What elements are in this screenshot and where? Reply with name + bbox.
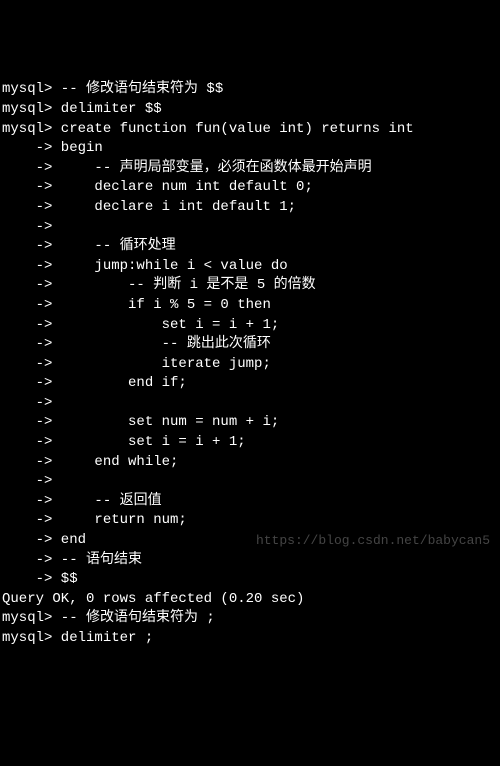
terminal-line-0: mysql> -- 修改语句结束符为 $$	[2, 80, 498, 100]
terminal-line-12: -> set i = i + 1;	[2, 316, 498, 336]
terminal-line-24: -> -- 语句结束	[2, 551, 498, 571]
terminal-line-26: Query OK, 0 rows affected (0.20 sec)	[2, 590, 498, 610]
terminal-line-5: -> declare num int default 0;	[2, 178, 498, 198]
terminal-line-14: -> iterate jump;	[2, 355, 498, 375]
terminal-line-7: ->	[2, 218, 498, 238]
terminal-line-25: -> $$	[2, 570, 498, 590]
terminal-line-9: -> jump:while i < value do	[2, 257, 498, 277]
terminal-line-10: -> -- 判断 i 是不是 5 的倍数	[2, 276, 498, 296]
terminal-line-15: -> end if;	[2, 374, 498, 394]
terminal-line-20: ->	[2, 472, 498, 492]
terminal-line-13: -> -- 跳出此次循环	[2, 335, 498, 355]
terminal-line-19: -> end while;	[2, 453, 498, 473]
terminal-line-1: mysql> delimiter $$	[2, 100, 498, 120]
terminal-line-21: -> -- 返回值	[2, 492, 498, 512]
terminal-line-17: -> set num = num + i;	[2, 413, 498, 433]
terminal-line-4: -> -- 声明局部变量，必须在函数体最开始声明	[2, 159, 498, 179]
watermark-text: https://blog.csdn.net/babycan5	[256, 532, 490, 550]
terminal-line-2: mysql> create function fun(value int) re…	[2, 120, 498, 140]
terminal-line-22: -> return num;	[2, 511, 498, 531]
terminal-line-16: ->	[2, 394, 498, 414]
terminal-line-28: mysql> -- 修改语句结束符为 ;	[2, 609, 498, 629]
terminal-line-18: -> set i = i + 1;	[2, 433, 498, 453]
terminal-output: mysql> -- 修改语句结束符为 $$mysql> delimiter $$…	[2, 80, 498, 648]
terminal-line-6: -> declare i int default 1;	[2, 198, 498, 218]
terminal-line-11: -> if i % 5 = 0 then	[2, 296, 498, 316]
terminal-line-8: -> -- 循环处理	[2, 237, 498, 257]
terminal-line-29: mysql> delimiter ;	[2, 629, 498, 649]
terminal-line-3: -> begin	[2, 139, 498, 159]
